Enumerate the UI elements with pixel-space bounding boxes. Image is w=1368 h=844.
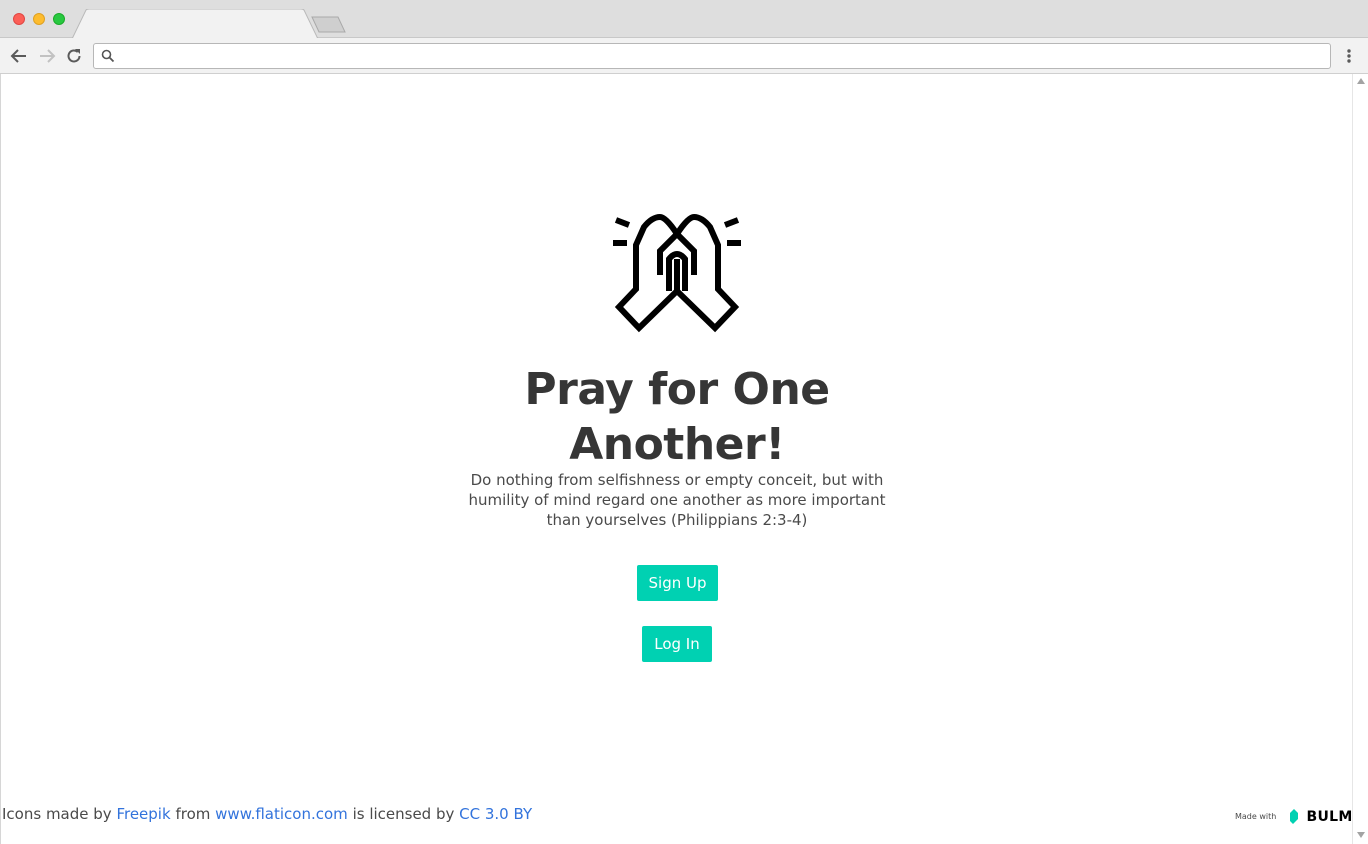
- search-icon: [101, 49, 115, 63]
- credit-prefix-text: Icons made by: [2, 805, 112, 823]
- back-icon[interactable]: [9, 46, 29, 66]
- browser-titlebar: [0, 0, 1368, 39]
- address-input[interactable]: [122, 46, 1321, 68]
- page-subtitle: Do nothing from selfishness or empty con…: [468, 471, 886, 529]
- praying-hands-icon: [613, 213, 741, 333]
- scroll-up-arrow-icon[interactable]: [1357, 78, 1365, 84]
- address-bar[interactable]: [93, 43, 1331, 69]
- page-viewport: Pray for One Another! Do nothing from se…: [0, 74, 1363, 844]
- made-with-bulma-badge[interactable]: Made with BULMA: [1235, 806, 1364, 825]
- close-window-button[interactable]: [13, 13, 25, 25]
- maximize-window-button[interactable]: [53, 13, 65, 25]
- freepik-link[interactable]: Freepik: [116, 805, 170, 823]
- flaticon-link[interactable]: www.flaticon.com: [215, 805, 348, 823]
- sign-up-button[interactable]: Sign Up: [637, 565, 718, 601]
- log-in-button[interactable]: Log In: [642, 626, 712, 662]
- credit-licensed-text: is licensed by: [352, 805, 455, 823]
- browser-toolbar: [0, 38, 1368, 74]
- license-link[interactable]: CC 3.0 BY: [459, 805, 532, 823]
- icon-credit: Icons made by Freepik from www.flaticon.…: [2, 805, 532, 823]
- made-with-text: Made with: [1235, 812, 1277, 821]
- bulma-logo-icon: [1290, 809, 1299, 824]
- reload-icon[interactable]: [64, 46, 84, 66]
- page-title: Pray for One Another!: [524, 364, 830, 470]
- new-tab-button[interactable]: [310, 16, 348, 34]
- menu-icon[interactable]: [1341, 46, 1357, 66]
- forward-icon[interactable]: [37, 46, 57, 66]
- vertical-scrollbar[interactable]: [1352, 74, 1368, 844]
- credit-from-text: from: [175, 805, 211, 823]
- scroll-down-arrow-icon[interactable]: [1357, 832, 1365, 838]
- browser-tab[interactable]: [72, 9, 318, 39]
- minimize-window-button[interactable]: [33, 13, 45, 25]
